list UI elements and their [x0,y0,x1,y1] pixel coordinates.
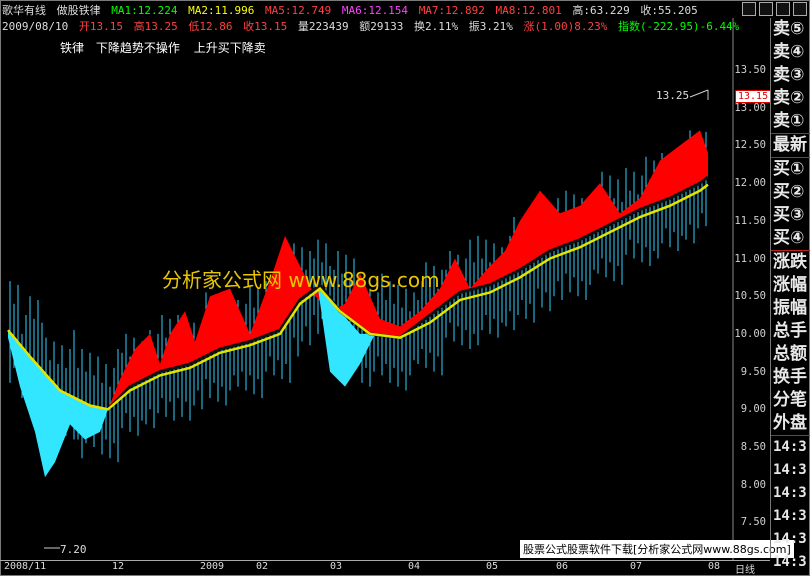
y-tick-label: 11.00 [734,252,766,265]
quote-panel-item: 涨幅 [773,275,807,295]
x-tick-label: 2008/11 [4,561,47,572]
quote-panel-item: 总额 [773,344,807,364]
quote-panel-item: 总手 [773,321,807,341]
y-tick-label: 11.50 [734,214,766,227]
quote-panel-item: 买① [773,159,805,179]
quote-panel-item: 最新 [773,135,807,155]
high-leader [689,89,709,98]
trend-band-down [8,288,375,478]
close-icon[interactable] [776,2,790,16]
quote-panel-item: 14:3 [773,531,807,547]
y-tick-label: 8.00 [740,478,766,491]
y-tick-label: 10.50 [734,290,766,303]
x-tick-label: 07 [630,561,643,572]
y-tick-label: 7.50 [740,516,766,529]
y-tick-label: 9.00 [740,403,766,416]
y-tick-label: 9.50 [740,365,766,378]
quote-panel-item: 14:3 [773,485,807,501]
quote-panel: 卖⑤ 卖④ 卖③ 卖② 卖① 最新买① 买② 买③ 买④ 涨跌涨幅振幅总手总额换手分笔外盘 14:3… [770,18,810,570]
x-tick-label: 日线 [735,565,755,576]
quote-panel-item: 振幅 [773,298,807,318]
x-tick-label: 08 [708,561,721,572]
quote-panel-item: 买④ [773,228,805,248]
y-tick-label: 8.50 [740,441,766,453]
x-tick-label: 12 [112,561,125,572]
x-tick-label: 04 [408,561,421,572]
quote-panel-item: 卖③ [773,65,805,85]
x-axis: 2008/11 12 2009 02 03 04 05 06 07 08 日线 [0,560,770,576]
download-banner[interactable]: 股票公式股票软件下载[分析家公式网www.88gs.com] [520,540,794,558]
quote-panel-item: 14:3 [773,554,807,570]
quote-panel-item: 卖① [773,111,805,131]
last-price-tag: 13.15 [735,90,772,103]
low-annotation: 7.20 [60,543,87,556]
quote-panel-item: 卖⑤ [773,19,805,39]
quote-panel-item: 外盘 [773,413,807,433]
x-tick-label: 03 [330,561,343,572]
y-tick-label: 12.00 [734,177,766,190]
quote-panel-item: 换手 [773,367,807,387]
x-tick-label: 2009 [200,561,225,572]
quote-panel-item: 14:3 [773,462,807,478]
quote-panel-item: 14:3 [773,439,807,455]
quote-panel-item: 分笔 [773,390,807,410]
quote-panel-item: 卖② [773,88,805,108]
quote-panel-item: 14:3 [773,508,807,524]
panel-toggle-icon[interactable] [793,2,807,16]
y-tick-label: 10.00 [734,327,766,340]
quote-panel-item: 买② [773,182,805,202]
quote-panel-item: 涨跌 [773,252,807,272]
y-tick-label: 13.00 [734,101,766,114]
y-tick-label: 13.50 [734,64,766,76]
high-annotation: 13.25 [656,89,690,102]
quote-panel-item: 买③ [773,205,805,225]
watermark-text: 分析家公式网 www.88gs.com [162,268,440,292]
x-tick-label: 06 [556,561,569,572]
x-tick-label: 02 [256,561,269,572]
y-tick-label: 12.50 [734,139,766,152]
x-tick-label: 05 [486,561,499,572]
quote-panel-item: 卖④ [773,42,805,62]
